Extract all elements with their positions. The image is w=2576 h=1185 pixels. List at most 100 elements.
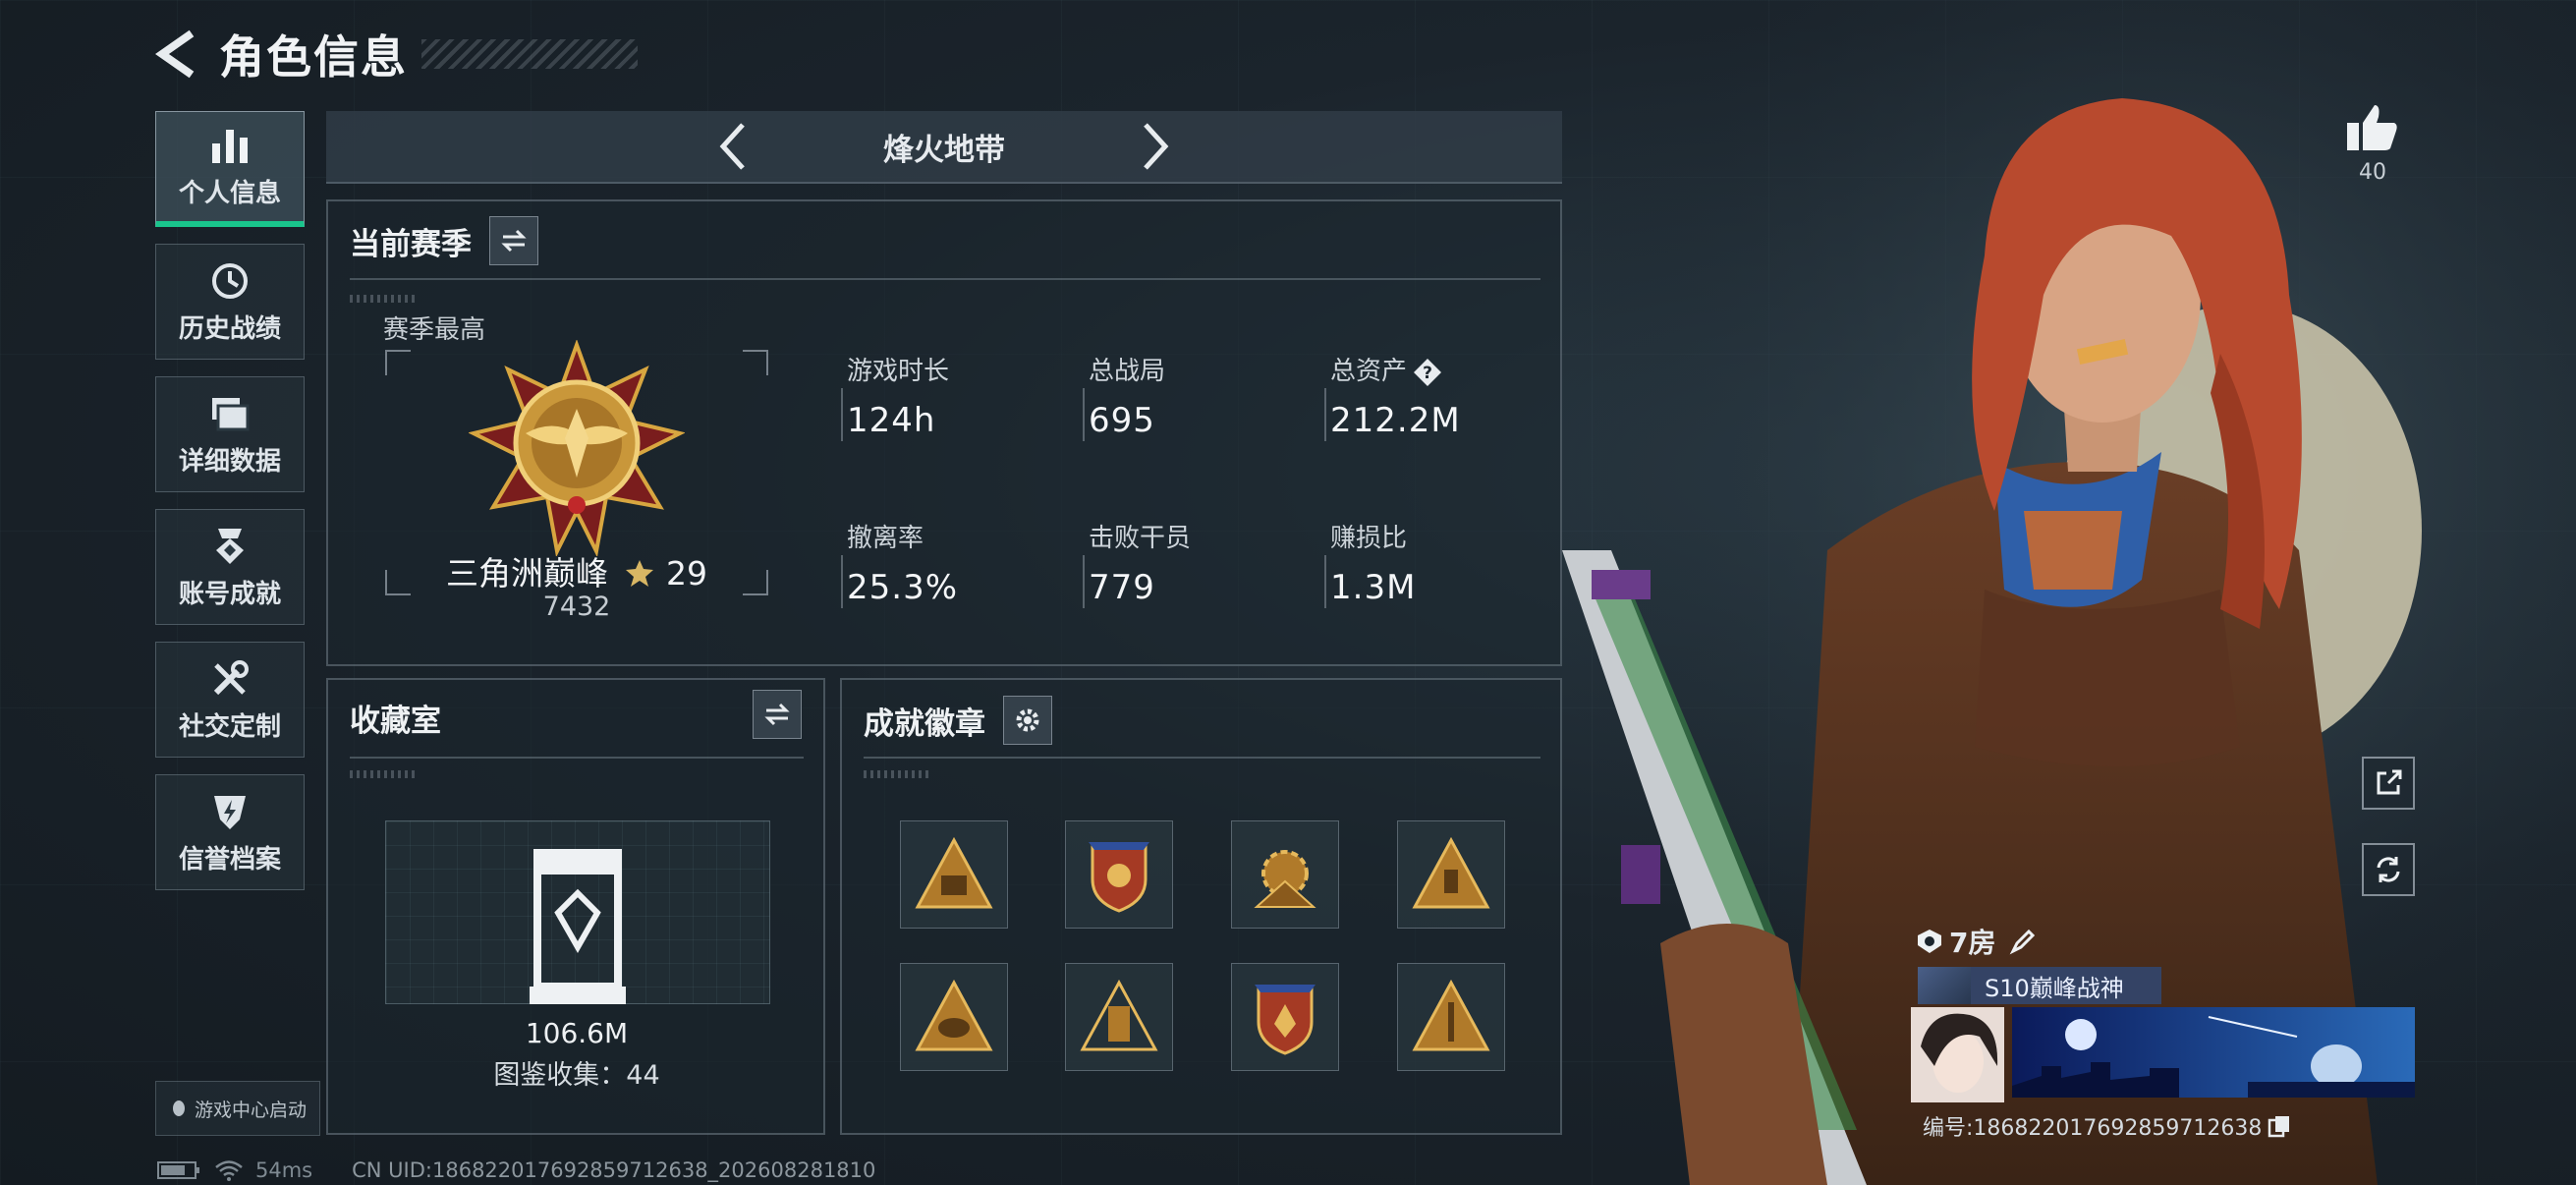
- collection-switch-button[interactable]: [753, 690, 802, 739]
- stat-value: 695: [1089, 401, 1155, 440]
- stat-total-matches: 总战局 695: [1089, 351, 1165, 440]
- season-panel-title: 当前赛季: [350, 226, 472, 262]
- shield-badge-icon: [1255, 985, 1316, 1055]
- collection-count: 图鉴收集：44: [493, 1060, 660, 1091]
- battery-icon: [157, 1161, 199, 1179]
- sidebar-item-social-custom[interactable]: 社交定制: [155, 642, 305, 758]
- stat-kills: 击败干员 779: [1089, 518, 1191, 607]
- copy-icon[interactable]: [2268, 1114, 2291, 1138]
- credit-icon: [214, 795, 246, 829]
- gear-icon: [1016, 708, 1039, 732]
- game-center-label: 游戏中心启动: [194, 1099, 307, 1121]
- stat-label: 赚损比: [1330, 524, 1408, 553]
- shield-badge-icon: [1089, 842, 1149, 913]
- triangle-badge-icon: [915, 836, 993, 909]
- room-name: 7房: [1949, 927, 1996, 959]
- edit-icon[interactable]: [2009, 928, 2037, 955]
- achievement-badge[interactable]: [1231, 820, 1339, 929]
- svg-text:?: ?: [1423, 364, 1432, 383]
- profile-banner: [2012, 1007, 2415, 1098]
- decoration-dots: [350, 295, 419, 303]
- sidebar-item-credit-file[interactable]: 信誉档案: [155, 774, 305, 890]
- title-decoration: [421, 39, 638, 69]
- stat-label: 撤离率: [847, 524, 924, 553]
- divider: [350, 278, 1540, 280]
- stat-label: 击败干员: [1089, 524, 1192, 553]
- avatar-image: [1911, 1007, 2004, 1102]
- stat-divider: [841, 555, 843, 608]
- triangle-badge-icon: [1412, 836, 1490, 909]
- stat-value: 1.3M: [1330, 568, 1417, 607]
- stat-divider: [1324, 388, 1326, 441]
- sidebar-item-detail-data[interactable]: 详细数据: [155, 376, 305, 492]
- stat-label: 游戏时长: [847, 357, 950, 386]
- ping-text: 54ms: [255, 1158, 313, 1182]
- bar-chart-icon: [212, 130, 248, 163]
- folder-icon: [212, 397, 250, 430]
- stat-value: 124h: [847, 401, 936, 440]
- achievement-badge[interactable]: [1397, 963, 1505, 1071]
- triangle-badge-icon: [915, 979, 993, 1051]
- rank-stars: 29: [666, 554, 707, 592]
- sidebar-item-account-achievement[interactable]: 账号成就: [155, 509, 305, 625]
- achievement-badge[interactable]: [900, 963, 1008, 1071]
- page-header: 角色信息: [152, 22, 638, 86]
- stat-divider: [1083, 555, 1085, 608]
- player-id-text: 编号:1868220176928597126​38: [1923, 1116, 2263, 1141]
- triangle-badge-icon: [1412, 979, 1490, 1051]
- decoration-dots: [350, 770, 419, 778]
- achievement-badge[interactable]: [1065, 963, 1173, 1071]
- mode-selector: 烽火地带: [326, 111, 1562, 184]
- rank-name: 三角洲巅峰: [446, 554, 608, 592]
- display-case-icon: [530, 849, 626, 1004]
- uid-text: CN UID:186822017692859712638_20260828181…: [352, 1158, 876, 1182]
- stat-total-assets: 总资产? 212.2M: [1330, 351, 1461, 440]
- rank-emblem-icon: [469, 340, 685, 556]
- refresh-button[interactable]: [2362, 843, 2415, 896]
- room-icon: [1918, 930, 1941, 953]
- player-id: 编号:1868220176928597126​38: [1923, 1110, 2291, 1142]
- back-arrow-icon[interactable]: [152, 28, 201, 81]
- question-icon[interactable]: ?: [1413, 358, 1442, 387]
- stat-divider: [1324, 555, 1326, 608]
- achievement-badge[interactable]: [1397, 820, 1505, 929]
- swap-icon: [501, 229, 527, 253]
- rank-score: 7432: [542, 592, 611, 622]
- rank-name-row: 三角洲巅峰 29: [385, 547, 768, 594]
- title-badge-text: S10巅峰战神: [1985, 974, 2124, 1002]
- sidebar-item-personal-info[interactable]: 个人信息: [155, 111, 305, 227]
- achievement-icon: [216, 528, 244, 564]
- chevron-left-icon[interactable]: [713, 119, 753, 174]
- stat-label: 总战局: [1089, 357, 1166, 386]
- penguin-icon: [172, 1100, 185, 1116]
- sidebar-item-history[interactable]: 历史战绩: [155, 244, 305, 360]
- decoration-dots: [864, 770, 932, 778]
- achievement-badge[interactable]: [1231, 963, 1339, 1071]
- divider: [350, 757, 804, 759]
- achievement-badge[interactable]: [900, 820, 1008, 929]
- wifi-icon: [215, 1160, 243, 1181]
- season-switch-button[interactable]: [489, 216, 538, 265]
- collection-display-card[interactable]: [385, 820, 770, 1004]
- collection-value: 106.6M: [525, 1017, 629, 1049]
- status-bar: 54ms CN UID:186822017692859712638_202608…: [157, 1157, 875, 1183]
- like-button[interactable]: 40: [2343, 103, 2402, 185]
- sidebar-item-label: 信誉档案: [178, 844, 281, 875]
- page-title: 角色信息: [219, 30, 408, 84]
- like-count: 40: [2359, 160, 2386, 185]
- achievement-settings-button[interactable]: [1003, 696, 1052, 745]
- stat-play-time: 游戏时长 124h: [847, 351, 949, 440]
- stat-extract-rate: 撤离率 25.3%: [847, 518, 958, 607]
- room-label: 7房: [1916, 922, 2037, 961]
- stat-divider: [841, 388, 843, 441]
- avatar[interactable]: [1911, 1007, 2004, 1102]
- star-icon: [625, 560, 653, 587]
- achievement-badge[interactable]: [1065, 820, 1173, 929]
- sidebar-item-label: 历史战绩: [178, 313, 281, 344]
- sidebar-item-label: 社交定制: [178, 711, 281, 742]
- chevron-right-icon[interactable]: [1136, 119, 1175, 174]
- game-center-launch-button[interactable]: 游戏中心启动: [155, 1081, 320, 1136]
- stat-label-row: 总资产?: [1330, 351, 1461, 387]
- share-button[interactable]: [2362, 757, 2415, 810]
- sidebar-item-label: 账号成就: [178, 579, 281, 609]
